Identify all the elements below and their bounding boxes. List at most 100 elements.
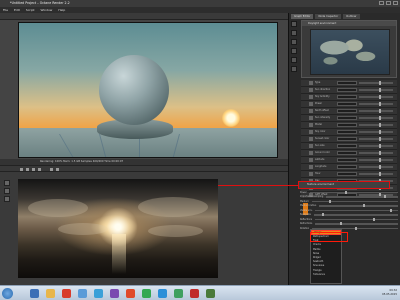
annotation-highlight xyxy=(310,232,348,242)
camera-reset-icon[interactable] xyxy=(50,168,53,171)
dropdown-option[interactable]: Turbulence xyxy=(311,273,341,277)
app-icon[interactable] xyxy=(110,289,119,298)
param-slider[interactable] xyxy=(359,150,393,155)
param-slider[interactable] xyxy=(359,87,393,92)
param-row[interactable]: Sun intensity xyxy=(301,115,397,122)
param-field[interactable] xyxy=(337,80,357,85)
param-field[interactable] xyxy=(337,136,357,141)
param-slider[interactable] xyxy=(359,171,393,176)
param-field[interactable] xyxy=(337,101,357,106)
close-button[interactable] xyxy=(393,1,398,5)
node-icon[interactable] xyxy=(291,39,297,45)
param-slider[interactable] xyxy=(309,190,398,194)
param-slider[interactable] xyxy=(315,217,398,221)
param-row[interactable]: Sky turbidity xyxy=(301,94,397,101)
param-row[interactable]: North offset xyxy=(301,108,397,115)
fit-icon[interactable] xyxy=(4,196,10,202)
param-row[interactable]: Sky color xyxy=(301,129,397,136)
param-row[interactable]: Ground color xyxy=(301,150,397,157)
folder-icon[interactable] xyxy=(46,289,55,298)
maximize-button[interactable] xyxy=(386,1,391,5)
render-viewport[interactable] xyxy=(18,22,278,158)
param-slider[interactable] xyxy=(326,195,398,198)
minimize-button[interactable] xyxy=(379,1,384,5)
param-row[interactable]: Sunset color xyxy=(301,136,397,143)
app-icon[interactable] xyxy=(62,289,71,298)
app-icon[interactable] xyxy=(190,289,199,298)
param-label: Sky turbidity xyxy=(315,95,330,99)
param-slider[interactable] xyxy=(359,164,393,169)
app-icon[interactable] xyxy=(174,289,183,298)
param-slider[interactable] xyxy=(359,80,393,85)
param-field[interactable] xyxy=(337,122,357,127)
param-slider[interactable] xyxy=(359,143,393,148)
app-icon[interactable] xyxy=(94,289,103,298)
node-icon[interactable] xyxy=(291,30,297,36)
param-slider[interactable] xyxy=(319,204,398,207)
param-slider[interactable] xyxy=(359,101,393,106)
param-swatch xyxy=(309,164,313,169)
param-row[interactable]: Model xyxy=(301,122,397,129)
param-field[interactable] xyxy=(337,171,357,176)
param-field[interactable] xyxy=(337,94,357,99)
render-pause-icon[interactable] xyxy=(32,168,35,171)
chrome-icon[interactable] xyxy=(142,289,151,298)
param-swatch xyxy=(309,150,313,155)
param-slider[interactable] xyxy=(313,213,398,216)
render-stop-icon[interactable] xyxy=(26,168,29,171)
save-image-icon[interactable] xyxy=(56,168,59,171)
param-field[interactable] xyxy=(337,108,357,113)
start-button[interactable] xyxy=(2,288,13,299)
render-viewport-panel: Rendering: 100% Mem: 1.5 GB Samples 400/… xyxy=(0,13,288,165)
param-field[interactable] xyxy=(337,157,357,162)
node-icon[interactable] xyxy=(291,66,297,72)
node-icon[interactable] xyxy=(291,57,297,63)
param-field[interactable] xyxy=(337,87,357,92)
param-field[interactable] xyxy=(337,143,357,148)
param-slider[interactable] xyxy=(359,122,393,127)
image-preview-panel xyxy=(0,172,288,285)
param-slider[interactable] xyxy=(315,222,398,225)
zoom-icon[interactable] xyxy=(4,180,10,186)
param-slider[interactable] xyxy=(359,108,393,113)
param-slider[interactable] xyxy=(311,199,398,203)
world-map[interactable] xyxy=(310,29,390,75)
tab-graph-editor[interactable]: Graph Editor xyxy=(291,14,314,19)
param-slider[interactable] xyxy=(359,115,393,120)
window-title: *Untitled Project – Octane Render 2.2 xyxy=(10,1,70,5)
octane-icon[interactable] xyxy=(206,289,215,298)
param-slider[interactable] xyxy=(359,129,393,134)
pan-icon[interactable] xyxy=(4,188,10,194)
param-row[interactable]: Sun size xyxy=(301,143,397,150)
tab-node-inspector[interactable]: Node Inspector xyxy=(315,14,342,19)
param-field[interactable] xyxy=(337,129,357,134)
param-slider[interactable] xyxy=(359,136,393,141)
param-field[interactable] xyxy=(337,150,357,155)
param-swatch xyxy=(309,157,313,162)
param-field[interactable] xyxy=(337,115,357,120)
param-slider[interactable] xyxy=(359,157,393,162)
param-label: Rotation xyxy=(300,226,310,230)
daylight-node[interactable]: Daylight environment xyxy=(301,20,397,78)
param-slider[interactable] xyxy=(359,94,393,99)
explorer-icon[interactable] xyxy=(30,289,39,298)
param-row[interactable]: Type xyxy=(301,80,397,87)
system-tray[interactable]: 09:32 05.05.2015 xyxy=(382,289,397,297)
node-icon[interactable] xyxy=(291,21,297,27)
node-icon[interactable] xyxy=(291,48,297,54)
render-restart-icon[interactable] xyxy=(38,168,41,171)
param-swatch xyxy=(309,108,313,113)
param-slider[interactable] xyxy=(315,208,398,212)
param-row[interactable]: Latitude xyxy=(301,157,397,164)
param-row[interactable]: Hour xyxy=(301,171,397,178)
texture-environment-node[interactable]: Texture environment xyxy=(298,181,390,189)
param-field[interactable] xyxy=(337,164,357,169)
app-icon[interactable] xyxy=(78,289,87,298)
param-row[interactable]: Sun direction xyxy=(301,87,397,94)
param-row[interactable]: Longitude xyxy=(301,164,397,171)
app-icon[interactable] xyxy=(126,289,135,298)
tab-outliner[interactable]: Outliner xyxy=(343,14,360,19)
param-row[interactable]: Power xyxy=(301,101,397,108)
render-start-icon[interactable] xyxy=(20,168,23,171)
skype-icon[interactable] xyxy=(158,289,167,298)
